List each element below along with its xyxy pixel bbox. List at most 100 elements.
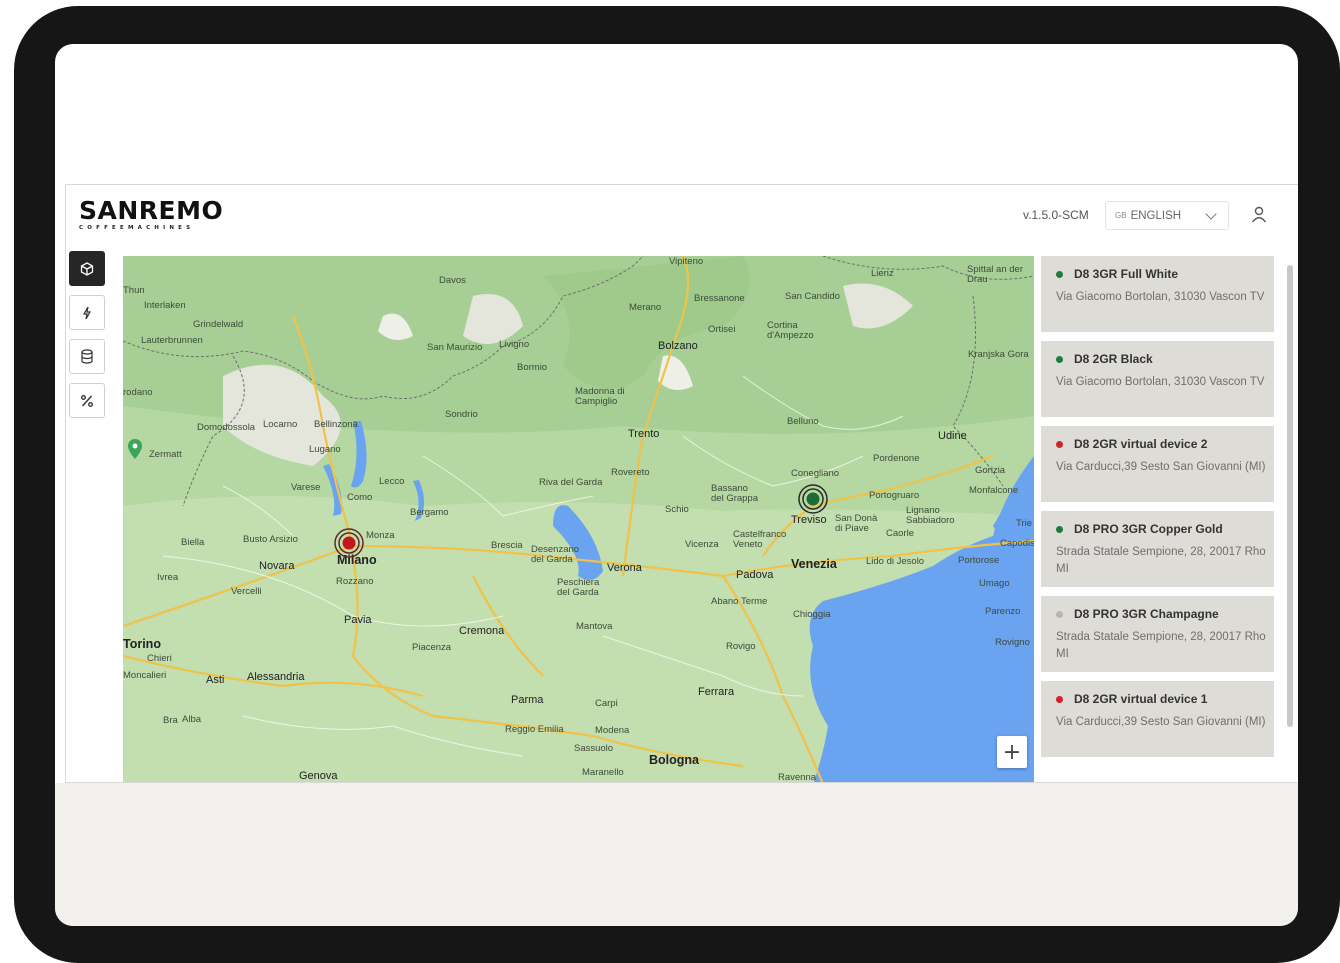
map-label: Reggio Emilia (505, 724, 564, 735)
status-dot (1056, 440, 1063, 448)
bolt-icon (82, 306, 92, 319)
device-card[interactable]: D8 2GR Black Via Giacomo Bortolan, 31030… (1041, 341, 1274, 417)
percent-icon (81, 394, 93, 407)
map-label: Pordenone (873, 453, 920, 464)
map-label: Trie (1016, 518, 1033, 529)
map-label: Biella (181, 537, 205, 548)
map-label: Davos (439, 275, 466, 286)
device-card[interactable]: D8 2GR virtual device 2 Via Carducci,39 … (1041, 426, 1274, 502)
device-card[interactable]: D8 PRO 3GR Champagne Strada Statale Semp… (1041, 596, 1274, 672)
sidebar-item-energy[interactable] (69, 295, 105, 330)
map-label: Portogruaro (869, 490, 920, 501)
map-label: Venezia (791, 557, 837, 571)
status-dot (1056, 695, 1063, 703)
device-list-scrollbar[interactable] (1287, 265, 1293, 727)
status-dot (1056, 355, 1063, 363)
map-label: Alba (182, 714, 202, 725)
map-label: Genova (299, 770, 338, 782)
device-name: D8 2GR virtual device 1 (1074, 692, 1208, 706)
map-label: Abano Terme (711, 596, 768, 607)
map-label: Bergamo (410, 507, 449, 518)
map-label: Verona (607, 562, 642, 574)
map-label: Desenzano del Garda (531, 544, 580, 565)
map-label: Lauterbrunnen (141, 335, 203, 346)
map-label: Kranjska Gora (968, 349, 1029, 360)
map-label: Brescia (491, 540, 523, 551)
device-card[interactable]: D8 PRO 3GR Copper Gold Strada Statale Se… (1041, 511, 1274, 587)
map-label: Parma (511, 694, 544, 706)
sidebar-item-percent[interactable] (69, 383, 105, 418)
map-label: Bormio (517, 362, 548, 373)
map-label: Livigno (499, 339, 530, 350)
map-label: Rovigo (726, 641, 756, 652)
map-label: Lido di Jesolo (866, 556, 925, 567)
device-address: Via Giacomo Bortolan, 31030 Vascon TV (1056, 376, 1265, 388)
map-label: Interlaken (144, 300, 186, 311)
map-label: Como (347, 492, 373, 503)
device-address: Strada Statale Sempione, 28, 20017 Rho M… (1056, 546, 1266, 575)
tablet-screen: SANREMO COFFEEMACHINES v.1.5.0-SCM GB EN… (55, 44, 1298, 926)
map-label: Pavia (344, 614, 372, 626)
cube-icon (80, 261, 94, 276)
device-address: Via Carducci,39 Sesto San Giovanni (MI) (1056, 461, 1266, 473)
sidebar (69, 251, 106, 427)
device-name: D8 2GR Black (1074, 352, 1153, 366)
map-label: Caorle (886, 528, 914, 539)
language-select[interactable]: GB ENGLISH (1105, 201, 1229, 230)
map-label: Padova (736, 569, 774, 581)
map-label: Monfalcone (969, 485, 1019, 496)
map-label: Sondrio (445, 409, 478, 420)
map-label: Spittal an der Drau (967, 264, 1023, 285)
map-label: Riva del Garda (539, 477, 603, 488)
map-label: Carpi (595, 698, 618, 709)
map-marker-milano[interactable] (334, 528, 364, 558)
map-label: San Candido (785, 291, 840, 302)
map-label: Treviso (791, 514, 827, 526)
marker-status-dot (806, 492, 820, 506)
map-label: Bologna (649, 753, 699, 767)
map-label: rodano (123, 387, 153, 398)
map-label: Bressanone (694, 293, 745, 304)
device-card[interactable]: D8 2GR virtual device 1 Via Carducci,39 … (1041, 681, 1274, 757)
status-dot (1056, 525, 1063, 533)
map-label: Bra (163, 715, 178, 726)
map-label: Bassano del Grappa (711, 483, 759, 504)
device-name: D8 3GR Full White (1074, 267, 1179, 281)
map-label: Castelfranco Veneto (733, 529, 787, 550)
map-label: Mantova (576, 621, 613, 632)
map-label: Lienz (871, 268, 894, 279)
sanremo-logo[interactable]: SANREMO COFFEEMACHINES (79, 197, 229, 232)
map-label: Maranello (582, 767, 624, 778)
map-label: Bolzano (658, 340, 698, 352)
zoom-in-button[interactable]: + (997, 736, 1027, 768)
map-view[interactable]: Vipiteno Davos Lienz Spittal an der Drau… (123, 256, 1034, 782)
user-icon[interactable] (1250, 205, 1268, 225)
map-label: Locarno (263, 419, 298, 430)
map-label: Varese (291, 482, 321, 493)
database-icon (81, 349, 93, 364)
map-marker-treviso[interactable] (798, 484, 828, 514)
map-label: Umago (979, 578, 1010, 589)
map-label: Conegliano (791, 468, 840, 479)
map-label: Gorizia (975, 465, 1006, 476)
app-window: SANREMO COFFEEMACHINES v.1.5.0-SCM GB EN… (65, 184, 1298, 783)
sidebar-item-devices[interactable] (69, 251, 105, 286)
marker-status-dot (342, 536, 356, 550)
map-label: Capodist (1000, 538, 1034, 549)
status-dot (1056, 610, 1063, 618)
map-label: San Donà di Piave (835, 513, 878, 534)
map-label: Parenzo (985, 606, 1021, 617)
map-label: Madonna di Campiglio (575, 386, 625, 407)
map-label: Rovereto (611, 467, 650, 478)
map-label: Alessandria (247, 671, 305, 683)
map-label: Piacenza (412, 642, 452, 653)
sidebar-item-data[interactable] (69, 339, 105, 374)
map-label: Ferrara (698, 686, 735, 698)
map-label: Vipiteno (669, 256, 704, 267)
map-label: Busto Arsizio (243, 534, 298, 545)
device-card[interactable]: D8 3GR Full White Via Giacomo Bortolan, … (1041, 256, 1274, 332)
screen-footer-area (55, 783, 1298, 926)
map-label: Cortina d'Ampezzo (767, 320, 814, 341)
map-label: Rozzano (336, 576, 374, 587)
device-name: D8 PRO 3GR Copper Gold (1074, 522, 1223, 536)
